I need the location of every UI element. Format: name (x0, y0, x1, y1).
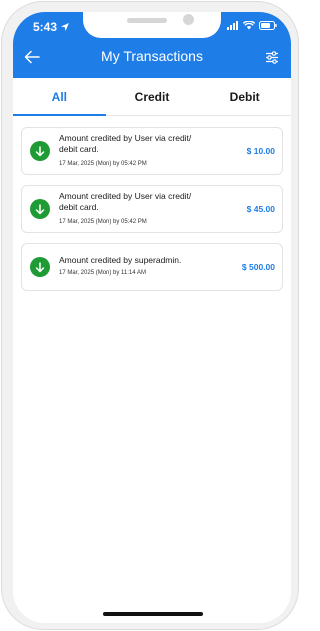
transaction-date: 17 Mar, 2025 (Mon) by 05:42 PM (59, 161, 147, 167)
camera (183, 14, 194, 25)
transaction-description: Amount credited by User via credit/ debi… (59, 191, 192, 212)
location-arrow-icon (61, 23, 70, 31)
sliders-icon (266, 50, 278, 64)
home-indicator (103, 612, 203, 616)
phone-screen: 5:43 My Transactions All Credit Debit Am… (13, 12, 291, 623)
speaker (127, 18, 167, 23)
filter-button[interactable] (261, 46, 283, 68)
status-bar: 5:43 (13, 12, 291, 42)
page-title: My Transactions (101, 48, 203, 64)
arrow-down-icon (30, 141, 50, 161)
status-time: 5:43 (33, 20, 70, 34)
status-icons (227, 21, 277, 30)
transaction-description: Amount credited by superadmin. (59, 255, 182, 265)
phone-frame: 5:43 My Transactions All Credit Debit Am… (1, 1, 299, 630)
arrow-down-icon (30, 257, 50, 277)
transaction-list: Amount credited by User via credit/ debi… (21, 127, 283, 301)
arrow-left-icon (24, 50, 40, 64)
tab-credit[interactable]: Credit (106, 78, 199, 115)
transaction-item[interactable]: Amount credited by superadmin. 17 Mar, 2… (21, 243, 283, 291)
transaction-amount: $ 45.00 (246, 204, 275, 214)
transaction-date: 17 Mar, 2025 (Mon) by 11:14 AM (59, 270, 146, 276)
arrow-down-icon (30, 199, 50, 219)
tab-debit[interactable]: Debit (198, 78, 291, 115)
status-time-text: 5:43 (33, 20, 58, 34)
transaction-description: Amount credited by User via credit/ debi… (59, 133, 192, 154)
battery-icon (259, 21, 277, 30)
back-button[interactable] (21, 46, 43, 68)
app-header: 5:43 My Transactions (13, 12, 291, 78)
transaction-item[interactable]: Amount credited by User via credit/ debi… (21, 185, 283, 233)
transaction-amount: $ 500.00 (241, 262, 275, 272)
transaction-item[interactable]: Amount credited by User via credit/ debi… (21, 127, 283, 175)
transaction-date: 17 Mar, 2025 (Mon) by 05:42 PM (59, 219, 147, 225)
notch (83, 12, 221, 38)
transaction-amount: $ 10.00 (246, 146, 275, 156)
signal-icon (227, 21, 238, 30)
transaction-tabs: All Credit Debit (13, 78, 291, 116)
wifi-icon (243, 21, 255, 30)
nav-bar: My Transactions (13, 42, 291, 72)
tab-all[interactable]: All (13, 78, 106, 116)
